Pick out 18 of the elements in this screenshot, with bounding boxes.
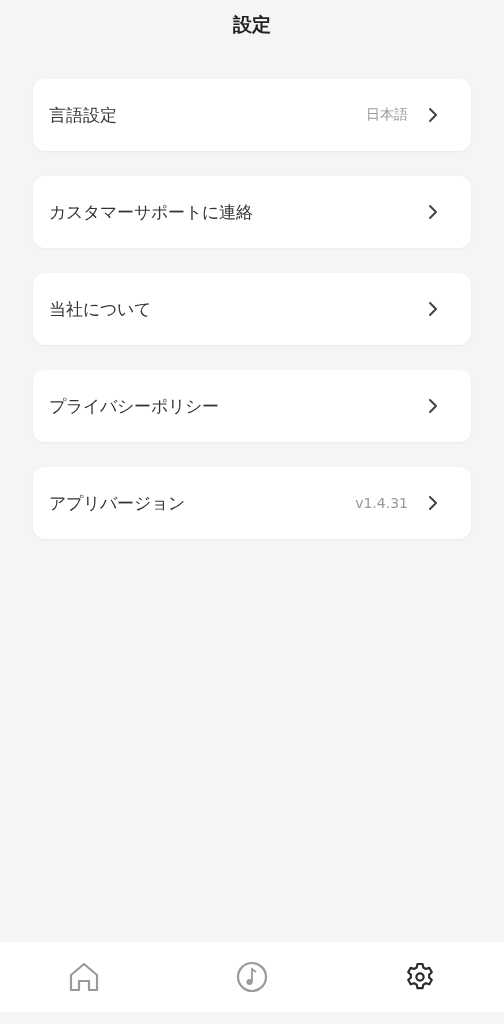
row-label: カスタマーサポートに連絡 (49, 200, 254, 224)
row-label: 言語設定 (49, 103, 118, 127)
chevron-icon (428, 398, 438, 414)
page-title: 設定 (233, 12, 271, 37)
row-value: 日本語 (366, 106, 408, 124)
settings-row[interactable]: プライバシーポリシー (33, 370, 471, 442)
row-label: アプリバージョン (49, 491, 186, 515)
row-value: v1.4.31 (355, 495, 408, 511)
row-label: 当社について (49, 297, 152, 321)
row-label: プライバシーポリシー (49, 394, 220, 418)
settings-row[interactable]: 当社について (33, 273, 471, 345)
settings-row[interactable]: アプリバージョン v1.4.31 (33, 467, 471, 539)
settings-row[interactable]: 言語設定 日本語 (33, 79, 471, 151)
chevron-icon (428, 495, 438, 511)
settings-row[interactable]: カスタマーサポートに連絡 (33, 176, 471, 248)
chevron-icon (428, 204, 438, 220)
chevron-icon (428, 107, 438, 123)
chevron-icon (428, 301, 438, 317)
